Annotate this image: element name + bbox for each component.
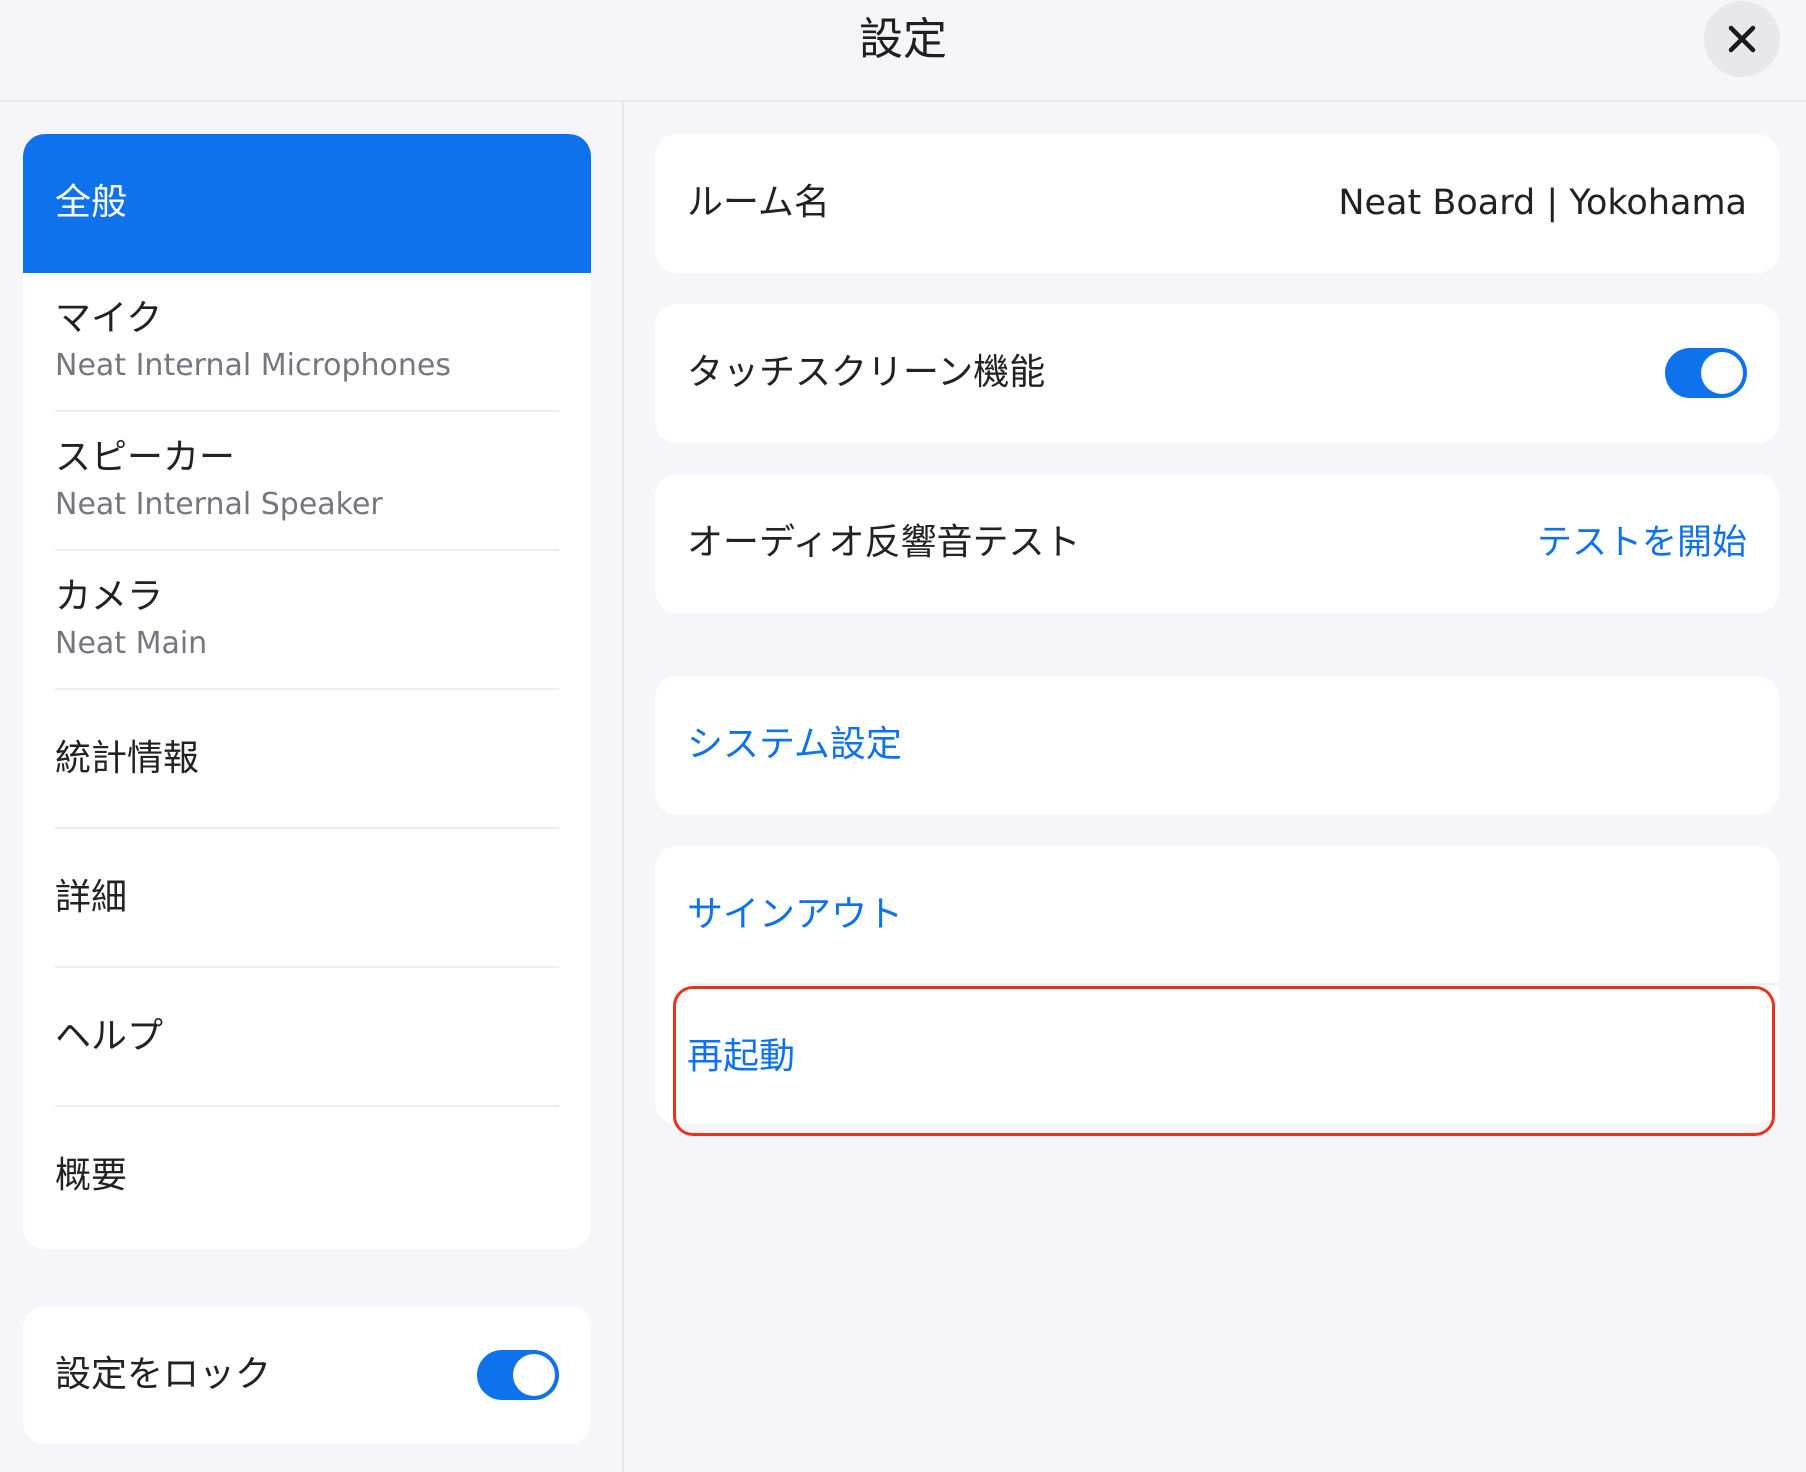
settings-window: 設定 全般 マイク Neat Internal Microphones スピーカ… xyxy=(0,0,1806,1472)
header: 設定 xyxy=(0,0,1806,102)
touchscreen-row: タッチスクリーン機能 xyxy=(655,304,1779,443)
room-name-row: ルーム名 Neat Board | Yokohama xyxy=(655,134,1779,273)
sidebar-item-label: 概要 xyxy=(55,1155,128,1196)
panel-divider xyxy=(622,102,624,1472)
close-button[interactable] xyxy=(1704,1,1780,77)
sidebar-item-speaker[interactable]: スピーカー Neat Internal Speaker xyxy=(23,412,591,551)
sidebar-item-camera[interactable]: カメラ Neat Main xyxy=(23,551,591,690)
sidebar-item-sublabel: Neat Internal Microphones xyxy=(55,348,451,383)
toggle-knob xyxy=(513,1354,555,1396)
sidebar-item-label: スピーカー xyxy=(55,437,236,478)
sidebar-item-label: カメラ xyxy=(55,576,164,617)
sidebar-item-help[interactable]: ヘルプ xyxy=(23,968,591,1107)
close-icon xyxy=(1728,25,1756,53)
sign-out-link[interactable]: サインアウト xyxy=(687,893,903,937)
sidebar-item-microphone[interactable]: マイク Neat Internal Microphones xyxy=(23,273,591,412)
room-name-label: ルーム名 xyxy=(687,182,830,223)
sidebar-item-details[interactable]: 詳細 xyxy=(23,829,591,968)
echo-test-label: オーディオ反響音テスト xyxy=(687,522,1081,563)
sidebar-item-statistics[interactable]: 統計情報 xyxy=(23,690,591,829)
restart-row[interactable]: 再起動 xyxy=(655,985,1779,1124)
sidebar-item-label: 全般 xyxy=(55,182,128,223)
echo-test-row: オーディオ反響音テスト テストを開始 xyxy=(655,474,1779,613)
sidebar-item-label: 詳細 xyxy=(55,877,128,918)
page-title: 設定 xyxy=(859,14,947,65)
sidebar-item-sublabel: Neat Main xyxy=(55,626,208,661)
sidebar-item-label: マイク xyxy=(55,298,163,339)
lock-settings-toggle[interactable] xyxy=(477,1350,559,1400)
account-actions-group: サインアウト 再起動 xyxy=(655,846,1779,1124)
lock-settings-row: 設定をロック xyxy=(23,1306,591,1444)
touchscreen-label: タッチスクリーン機能 xyxy=(687,352,1046,393)
restart-link[interactable]: 再起動 xyxy=(687,1035,795,1079)
room-name-value: Neat Board | Yokohama xyxy=(1338,183,1747,223)
sidebar-item-sublabel: Neat Internal Speaker xyxy=(55,487,383,522)
sidebar-item-general[interactable]: 全般 xyxy=(23,134,591,273)
lock-settings-label: 設定をロック xyxy=(55,1354,272,1395)
sidebar-item-label: 統計情報 xyxy=(55,738,200,779)
sign-out-row[interactable]: サインアウト xyxy=(655,846,1779,985)
system-settings-row[interactable]: システム設定 xyxy=(655,676,1779,815)
touchscreen-toggle[interactable] xyxy=(1665,348,1747,398)
sidebar-item-about[interactable]: 概要 xyxy=(23,1107,591,1246)
toggle-knob xyxy=(1701,352,1743,394)
start-test-link[interactable]: テストを開始 xyxy=(1537,521,1747,565)
sidebar-item-label: ヘルプ xyxy=(55,1016,164,1057)
system-settings-link[interactable]: システム設定 xyxy=(687,723,902,767)
sidebar: 全般 マイク Neat Internal Microphones スピーカー N… xyxy=(23,134,591,1249)
